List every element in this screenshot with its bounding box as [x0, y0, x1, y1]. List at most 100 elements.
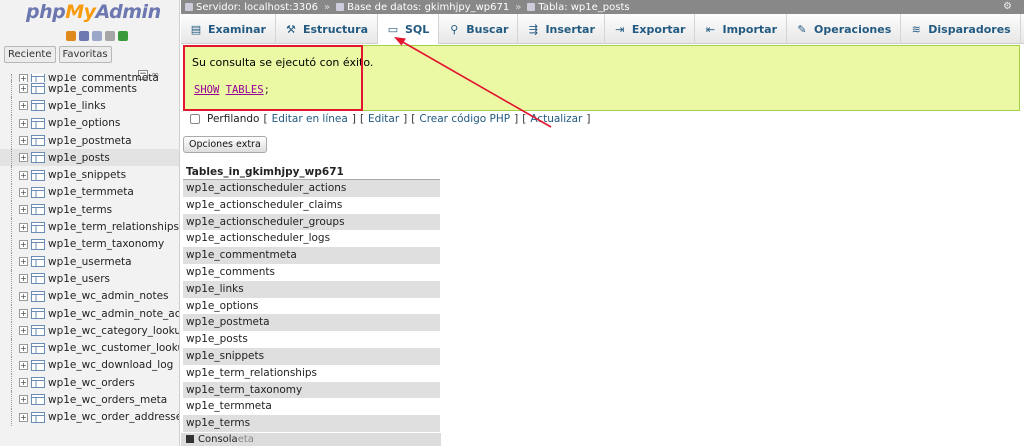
- table-row[interactable]: wp1e_posts: [183, 331, 440, 348]
- table-row[interactable]: wp1e_actionscheduler_actions: [183, 180, 440, 197]
- table-row[interactable]: wp1e_snippets: [183, 347, 440, 365]
- expand-icon[interactable]: +: [19, 412, 28, 422]
- breadcrumb-server[interactable]: Servidor: localhost:3306: [185, 2, 318, 13]
- tree-item[interactable]: + wp1e_wc_download_log: [0, 356, 179, 375]
- gear-icon[interactable]: ⚙: [1003, 1, 1012, 12]
- tree-item[interactable]: + wp1e_wc_customer_lookup: [0, 339, 179, 357]
- expand-icon[interactable]: +: [19, 274, 28, 284]
- tree-item-label: wp1e_wc_category_lookup: [48, 324, 180, 337]
- tree-item[interactable]: + wp1e_term_taxonomy: [0, 235, 179, 253]
- expand-icon[interactable]: +: [19, 222, 28, 232]
- recent-tab[interactable]: Reciente: [4, 46, 56, 63]
- table-row[interactable]: wp1e_actionscheduler_claims: [183, 197, 440, 214]
- sql-keyword-show[interactable]: SHOW: [194, 84, 219, 96]
- reload-icon[interactable]: [118, 31, 128, 41]
- table-row[interactable]: wp1e_commentmeta: [183, 247, 440, 264]
- expand-icon[interactable]: +: [19, 136, 28, 146]
- tree-line: [11, 80, 12, 98]
- table-row[interactable]: wp1e_postmeta: [183, 314, 440, 332]
- tree-item[interactable]: + wp1e_links: [0, 97, 179, 115]
- expand-icon[interactable]: +: [19, 118, 28, 128]
- expand-icon[interactable]: +: [19, 360, 28, 370]
- tree-line: [11, 183, 12, 202]
- exit-icon[interactable]: [79, 31, 89, 41]
- edit-link[interactable]: Editar: [368, 113, 399, 125]
- table-icon: [31, 221, 45, 233]
- table-row[interactable]: wp1e_termmeta: [183, 398, 440, 415]
- tree-item[interactable]: + wp1e_terms: [0, 201, 179, 219]
- results-header[interactable]: Tables_in_gkimhjpy_wp671: [183, 165, 440, 180]
- edit-inline-link[interactable]: Editar en línea: [272, 113, 348, 125]
- expand-icon[interactable]: +: [19, 187, 28, 197]
- table-icon: [31, 204, 45, 216]
- tree-line: [11, 356, 12, 375]
- gear-icon[interactable]: [105, 31, 115, 41]
- import-icon: ⇤: [705, 22, 716, 36]
- expand-icon[interactable]: +: [19, 170, 28, 180]
- tab-estructura[interactable]: ⚒ Estructura: [276, 14, 378, 44]
- expand-icon[interactable]: +: [19, 378, 28, 388]
- home-icon[interactable]: [66, 31, 76, 41]
- browse-icon: ▤: [190, 22, 202, 36]
- tree-line: [11, 114, 12, 132]
- table-row[interactable]: wp1e_term_relationships: [183, 365, 440, 382]
- tree-item[interactable]: + wp1e_termmeta: [0, 183, 179, 202]
- expand-icon[interactable]: +: [19, 326, 28, 336]
- expand-icon[interactable]: +: [19, 309, 28, 318]
- tree-item[interactable]: + wp1e_users: [0, 270, 179, 288]
- create-php-link[interactable]: Crear código PHP: [419, 113, 510, 125]
- expand-icon[interactable]: +: [19, 257, 28, 267]
- refresh-link[interactable]: Actualizar: [530, 113, 582, 125]
- phpmyadmin-logo[interactable]: phpMyAdmin: [0, 0, 179, 26]
- tree-item[interactable]: + wp1e_wc_category_lookup: [0, 322, 180, 340]
- expand-icon[interactable]: +: [19, 101, 28, 111]
- tab-disparadores[interactable]: ≋ Disparadores: [901, 14, 1021, 44]
- tree-item[interactable]: + wp1e_snippets: [0, 166, 179, 184]
- tree-item[interactable]: + wp1e_wc_admin_note_actions: [0, 304, 179, 323]
- tab-operaciones[interactable]: ✎ Operaciones: [787, 14, 902, 44]
- tab-sql[interactable]: ▭ SQL: [378, 14, 440, 44]
- tree-item[interactable]: + wp1e_wc_order_addresses: [0, 408, 179, 426]
- tab-importar[interactable]: ⇤ Importar: [695, 14, 788, 44]
- table-row[interactable]: wp1e_term_taxonomy: [183, 381, 440, 399]
- breadcrumb-table[interactable]: Tabla: wp1e_posts: [527, 1, 630, 13]
- tree-item[interactable]: + wp1e_postmeta: [0, 131, 179, 150]
- tree-item[interactable]: + wp1e_wc_admin_notes: [0, 287, 179, 305]
- profiling-checkbox[interactable]: [190, 114, 200, 124]
- table-row[interactable]: wp1e_actionscheduler_logs: [183, 230, 440, 247]
- tree-line: [11, 235, 12, 253]
- table-row[interactable]: wp1e_terms: [183, 415, 440, 432]
- tree-item-label: wp1e_links: [48, 99, 106, 112]
- tree-item[interactable]: + wp1e_usermeta: [0, 252, 179, 271]
- expand-icon[interactable]: +: [19, 84, 28, 94]
- sql-keyword-tables[interactable]: TABLES: [226, 84, 264, 96]
- expand-icon[interactable]: +: [19, 291, 28, 301]
- table-row[interactable]: wp1e_comments: [183, 264, 440, 281]
- results-body: wp1e_actionscheduler_actions wp1e_actions…: [183, 180, 440, 432]
- docs-icon[interactable]: [92, 31, 102, 41]
- expand-icon[interactable]: +: [19, 205, 28, 215]
- console-bar[interactable]: Consolaeta: [181, 433, 441, 446]
- tab-examinar[interactable]: ▤ Examinar: [181, 14, 276, 44]
- favorites-tab[interactable]: Favoritas: [58, 46, 112, 63]
- expand-icon[interactable]: +: [19, 395, 28, 405]
- tree-item[interactable]: + wp1e_term_relationships: [0, 218, 179, 236]
- tree-item[interactable]: + wp1e_wc_orders_meta: [0, 391, 179, 409]
- tree-item[interactable]: + wp1e_options: [0, 114, 179, 132]
- extra-options-button[interactable]: Opciones extra: [183, 136, 267, 153]
- tab-insertar[interactable]: ⇶ Insertar: [518, 14, 605, 44]
- expand-icon[interactable]: +: [19, 343, 28, 353]
- tab-buscar[interactable]: ⚲ Buscar: [439, 14, 519, 44]
- table-row[interactable]: wp1e_actionscheduler_groups: [183, 213, 440, 231]
- tree-line: [11, 166, 12, 184]
- tree-item[interactable]: + wp1e_posts: [0, 149, 179, 167]
- table-row[interactable]: wp1e_options: [183, 298, 440, 315]
- tree-item[interactable]: + wp1e_comments: [0, 80, 179, 98]
- expand-icon[interactable]: +: [19, 239, 28, 249]
- tree-item[interactable]: + wp1e_wc_orders: [0, 374, 179, 392]
- table-row[interactable]: wp1e_links: [183, 280, 440, 298]
- breadcrumb-database[interactable]: Base de datos: gkimhjpy_wp671: [336, 2, 509, 13]
- tab-exportar[interactable]: ⇥ Exportar: [605, 14, 696, 44]
- expand-icon[interactable]: +: [19, 153, 28, 163]
- breadcrumb-table-label: Tabla: wp1e_posts: [538, 1, 630, 13]
